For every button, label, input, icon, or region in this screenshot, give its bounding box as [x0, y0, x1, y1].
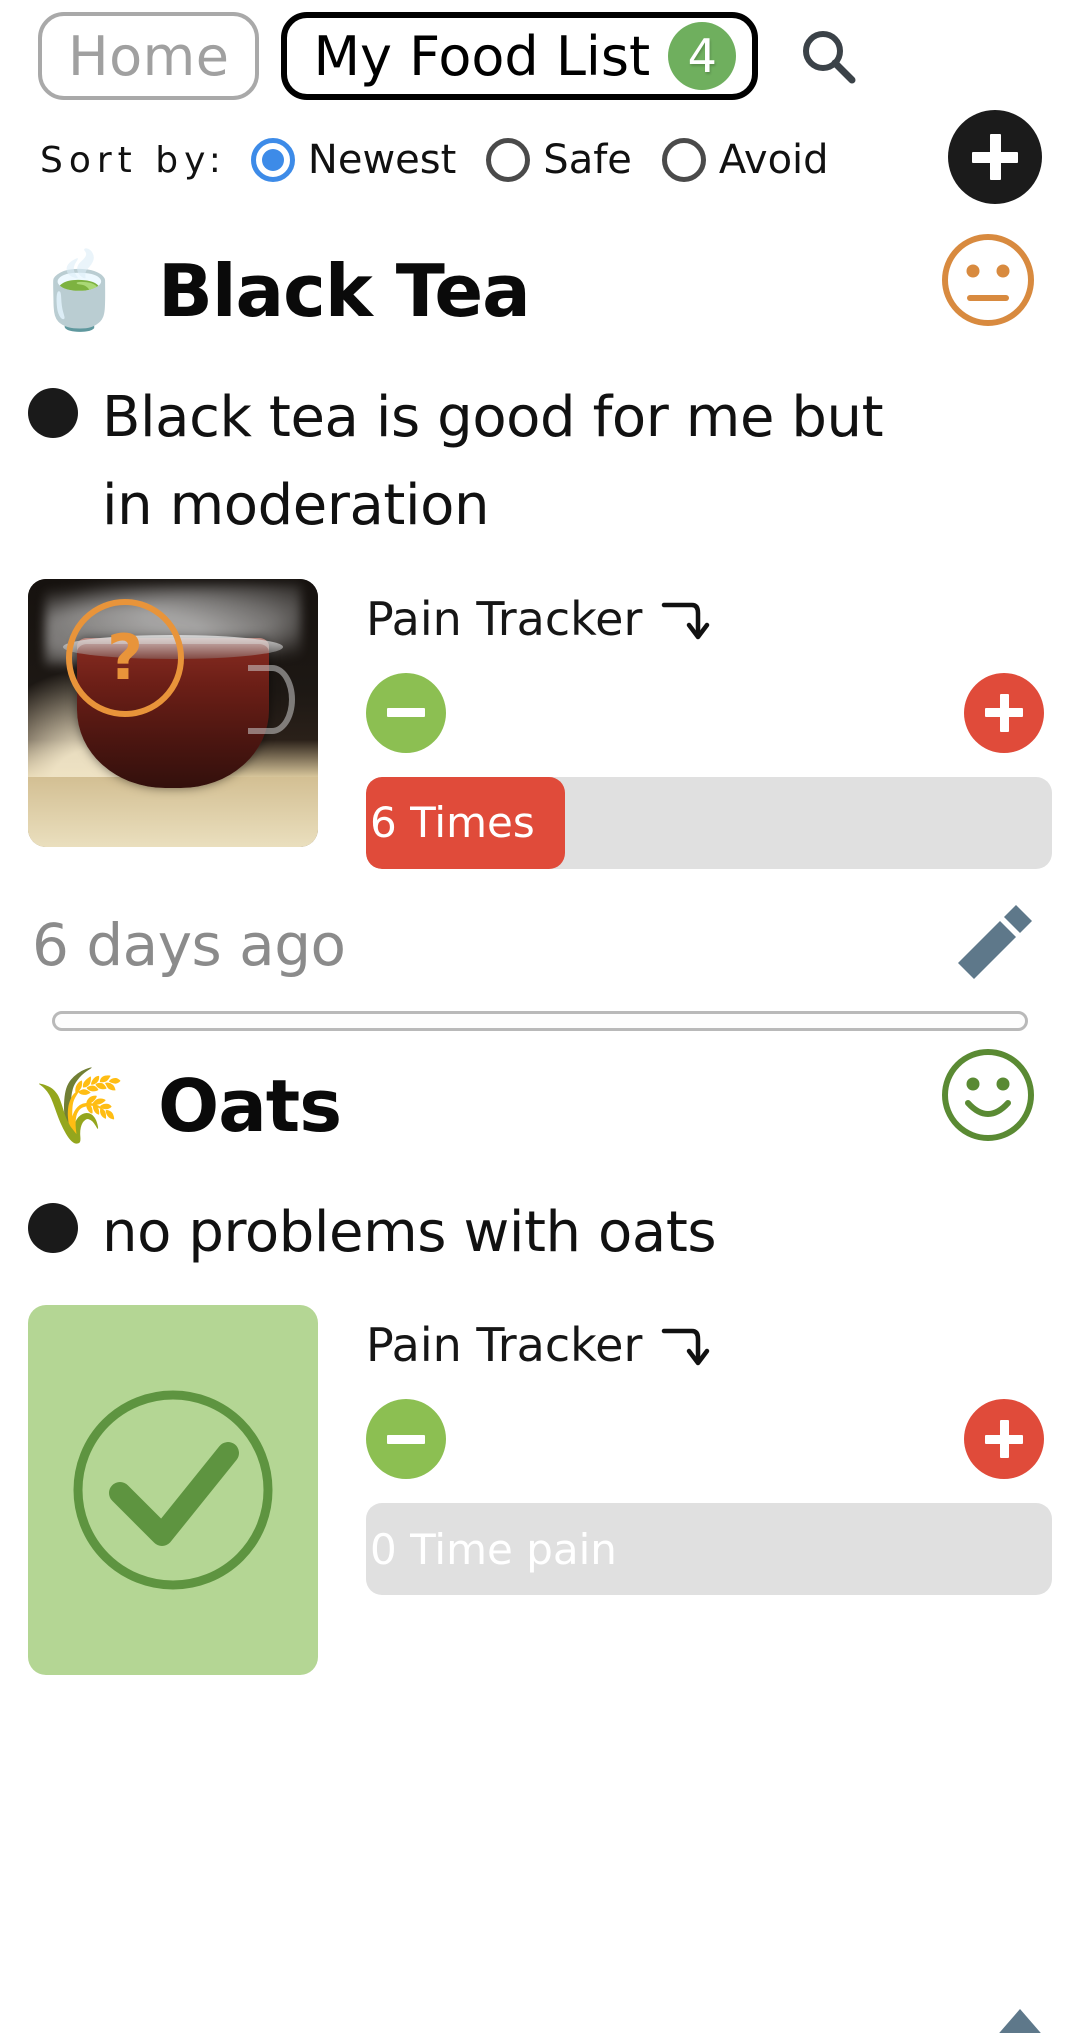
- edit-food-button[interactable]: [946, 895, 1042, 995]
- pain-tracker-buttons: [366, 672, 1052, 753]
- bullet-icon: [28, 1202, 78, 1253]
- bullet-icon: [28, 388, 78, 438]
- pain-decrease-button[interactable]: [366, 672, 446, 753]
- food-note-row: no problems with oats: [28, 1181, 1052, 1277]
- tab-my-food-list-label: My Food List: [313, 24, 651, 88]
- scroll-to-top-icon[interactable]: [994, 2009, 1046, 2033]
- pain-count-label: 6 Times: [370, 798, 535, 848]
- curved-down-arrow-icon: [658, 1319, 712, 1377]
- sort-option-avoid-label: Avoid: [718, 137, 829, 183]
- pain-progress-fill: 6 Times: [366, 776, 565, 869]
- happy-face-icon: [936, 1043, 1040, 1151]
- teacup-icon: 🍵: [33, 248, 127, 334]
- add-food-button[interactable]: [948, 110, 1042, 204]
- food-note: Black tea is good for me but in moderati…: [102, 385, 884, 539]
- tab-home-label: Home: [68, 24, 230, 88]
- food-card-header: 🍵 Black Tea: [28, 216, 1052, 366]
- sort-option-newest[interactable]: Newest: [250, 137, 457, 183]
- radio-avoid-icon[interactable]: [661, 138, 706, 182]
- pain-increase-button[interactable]: [964, 672, 1044, 753]
- pain-tracker-title-row: Pain Tracker: [366, 1313, 1052, 1377]
- sort-row: Sort by: Newest Safe Avoid: [0, 104, 1080, 216]
- food-card-header: 🌾 Oats: [28, 1031, 1052, 1181]
- pain-decrease-button[interactable]: [366, 1399, 446, 1480]
- search-icon[interactable]: [792, 20, 864, 92]
- food-note: no problems with oats: [102, 1199, 717, 1265]
- tea-photo: [28, 578, 318, 847]
- sort-by-label: Sort by:: [40, 139, 227, 181]
- sort-option-safe[interactable]: Safe: [486, 137, 632, 183]
- food-thumbnail-oats-safe[interactable]: [28, 1305, 318, 1676]
- pain-progress-track[interactable]: 6 Times: [366, 776, 1052, 869]
- radio-safe-icon[interactable]: [486, 138, 531, 182]
- sort-option-safe-label: Safe: [543, 137, 632, 183]
- food-thumbnail-wrap[interactable]: ?: [28, 578, 318, 847]
- food-thumbnail-black-tea[interactable]: [28, 578, 318, 847]
- food-card-footer: 6 days ago: [28, 869, 1052, 995]
- pain-tracker-black-tea: Pain Tracker 6 Times: [366, 579, 1052, 869]
- question-mark-badge[interactable]: ?: [66, 598, 184, 717]
- minus-icon: [387, 708, 425, 718]
- card-divider: [52, 1010, 1028, 1031]
- pain-increase-button[interactable]: [964, 1399, 1044, 1480]
- plus-icon-vertical: [989, 134, 1001, 180]
- app-screen: Home My Food List 4 Sort by: Newest Safe: [0, 0, 1080, 2033]
- food-card-body: ? Pain Tracker 6 Times: [28, 578, 1052, 869]
- plus-icon-vertical: [999, 693, 1009, 732]
- last-updated-label: 6 days ago: [32, 910, 346, 979]
- pain-progress-track[interactable]: 0 Time pain: [366, 1503, 1052, 1596]
- plus-icon-vertical: [999, 1420, 1009, 1459]
- top-bar: Home My Food List 4: [0, 0, 1080, 104]
- pain-tracker-oats: Pain Tracker 0 Time pain: [366, 1305, 1052, 1675]
- sort-option-newest-label: Newest: [307, 137, 457, 183]
- sort-option-avoid[interactable]: Avoid: [661, 137, 829, 183]
- radio-newest-icon[interactable]: [250, 138, 295, 182]
- tea-cup-handle: [248, 664, 295, 735]
- pain-tracker-label: Pain Tracker: [366, 1318, 643, 1373]
- food-card-black-tea[interactable]: 🍵 Black Tea Black tea is good for me but…: [0, 216, 1080, 1031]
- pain-tracker-buttons: [366, 1399, 1052, 1480]
- check-circle-icon: [73, 1390, 273, 1590]
- tab-home[interactable]: Home: [38, 12, 260, 100]
- wheat-icon: 🌾: [33, 1062, 127, 1149]
- pain-tracker-label: Pain Tracker: [366, 591, 643, 646]
- food-name: Oats: [158, 1063, 342, 1148]
- food-name: Black Tea: [158, 249, 531, 333]
- minus-icon: [387, 1434, 425, 1444]
- food-count-badge: 4: [668, 22, 737, 90]
- food-card-oats[interactable]: 🌾 Oats no problems with oats Pain Tracke…: [0, 1031, 1080, 1676]
- sort-radio-group: Newest Safe Avoid: [250, 137, 829, 183]
- neutral-face-icon: [936, 228, 1040, 336]
- curved-down-arrow-icon: [658, 593, 712, 651]
- tab-my-food-list[interactable]: My Food List 4: [281, 12, 759, 100]
- food-note-row: Black tea is good for me but in moderati…: [28, 366, 1052, 551]
- food-card-body: Pain Tracker 0 Time pain: [28, 1305, 1052, 1676]
- pain-count-label: 0 Time pain: [370, 1524, 617, 1574]
- pain-tracker-title-row: Pain Tracker: [366, 587, 1052, 651]
